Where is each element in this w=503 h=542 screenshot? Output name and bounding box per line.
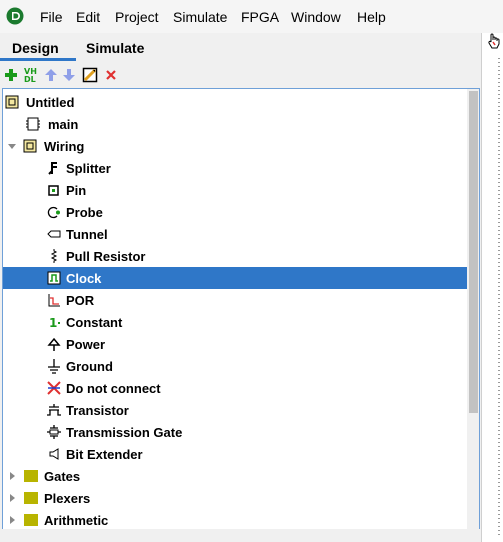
tree-item-por[interactable]: POR: [3, 289, 467, 311]
tree-item-power[interactable]: Power: [3, 333, 467, 355]
project-icon: [5, 95, 19, 109]
ground-icon: [48, 359, 60, 374]
menu-help[interactable]: Help: [357, 9, 386, 25]
tree-item-transistor[interactable]: Transistor: [3, 399, 467, 421]
tree-item-bit-extender[interactable]: Bit Extender: [3, 443, 467, 465]
probe-icon: [47, 206, 60, 219]
tab-simulate[interactable]: Simulate: [86, 40, 144, 56]
bit-extender-icon: [49, 448, 59, 460]
edit-appearance-icon[interactable]: [82, 67, 98, 83]
clock-icon: [47, 271, 61, 285]
vhdl-icon-text-bottom: DL: [24, 75, 36, 84]
delete-icon[interactable]: [103, 67, 119, 83]
tree-item-main[interactable]: main: [3, 113, 467, 135]
constant-icon: 1: [49, 316, 60, 330]
move-down-icon[interactable]: [61, 67, 77, 83]
library-icon: [23, 139, 37, 153]
tree-item-pin[interactable]: Pin: [3, 179, 467, 201]
folder-icon: [24, 492, 38, 504]
menu-simulate[interactable]: Simulate: [173, 9, 227, 25]
tree-scrollbar-thumb[interactable]: [469, 91, 478, 413]
svg-text:1: 1: [49, 316, 57, 330]
move-up-icon[interactable]: [43, 67, 59, 83]
tree-item-tunnel[interactable]: Tunnel: [3, 223, 467, 245]
chevron-down-icon[interactable]: [7, 141, 17, 151]
explorer-toolbar: VH DL: [0, 63, 480, 87]
canvas-grid: [498, 58, 500, 538]
tree-item-probe[interactable]: Probe: [3, 201, 467, 223]
power-icon: [47, 337, 61, 351]
splitter-icon: [48, 162, 57, 175]
menu-file[interactable]: File: [40, 9, 63, 25]
tunnel-icon: [47, 230, 61, 238]
circuit-canvas[interactable]: [481, 33, 503, 542]
tree-item-project[interactable]: Untitled: [3, 91, 467, 113]
menu-bar: File Edit Project Simulate FPGA Window H…: [0, 0, 503, 33]
tree-folder-gates[interactable]: Gates: [3, 465, 467, 487]
menu-window[interactable]: Window: [291, 9, 341, 25]
tree-folder-wiring[interactable]: Wiring: [3, 135, 467, 157]
chevron-right-icon[interactable]: [7, 493, 17, 503]
chevron-right-icon[interactable]: [7, 471, 17, 481]
hand-cursor-icon: [488, 33, 500, 49]
tree-folder-plexers[interactable]: Plexers: [3, 487, 467, 509]
tree-item-ground[interactable]: Ground: [3, 355, 467, 377]
component-tree[interactable]: Untitled main Wiring Splitter Pin Probe …: [2, 88, 480, 530]
add-vhdl-icon[interactable]: VH DL: [22, 66, 40, 84]
tab-design[interactable]: Design: [12, 40, 59, 56]
tree-item-transmission-gate[interactable]: Transmission Gate: [3, 421, 467, 443]
logisim-logo-icon[interactable]: [6, 7, 24, 25]
pull-resistor-icon: [50, 249, 58, 263]
folder-icon: [24, 514, 38, 526]
tree-item-clock[interactable]: Clock: [3, 267, 467, 289]
tree-item-splitter[interactable]: Splitter: [3, 157, 467, 179]
circuit-icon: [26, 117, 40, 131]
tree-item-pull-resistor[interactable]: Pull Resistor: [3, 245, 467, 267]
menu-edit[interactable]: Edit: [76, 9, 100, 25]
tree-item-constant[interactable]: 1 Constant: [3, 311, 467, 333]
tree-item-do-not-connect[interactable]: Do not connect: [3, 377, 467, 399]
tree-folder-arithmetic[interactable]: Arithmetic: [3, 509, 467, 529]
transmission-gate-icon: [47, 425, 61, 439]
menu-project[interactable]: Project: [115, 9, 159, 25]
add-circuit-icon[interactable]: [3, 67, 19, 83]
menu-fpga[interactable]: FPGA: [241, 9, 279, 25]
panel-footer: [0, 529, 481, 542]
active-tab-indicator: [0, 58, 76, 61]
por-icon: [48, 294, 60, 307]
pin-icon: [48, 185, 59, 196]
tree-scrollbar[interactable]: [467, 89, 479, 529]
transistor-icon: [47, 404, 61, 416]
no-connect-icon: [47, 381, 61, 395]
folder-icon: [24, 470, 38, 482]
chevron-right-icon[interactable]: [7, 515, 17, 525]
